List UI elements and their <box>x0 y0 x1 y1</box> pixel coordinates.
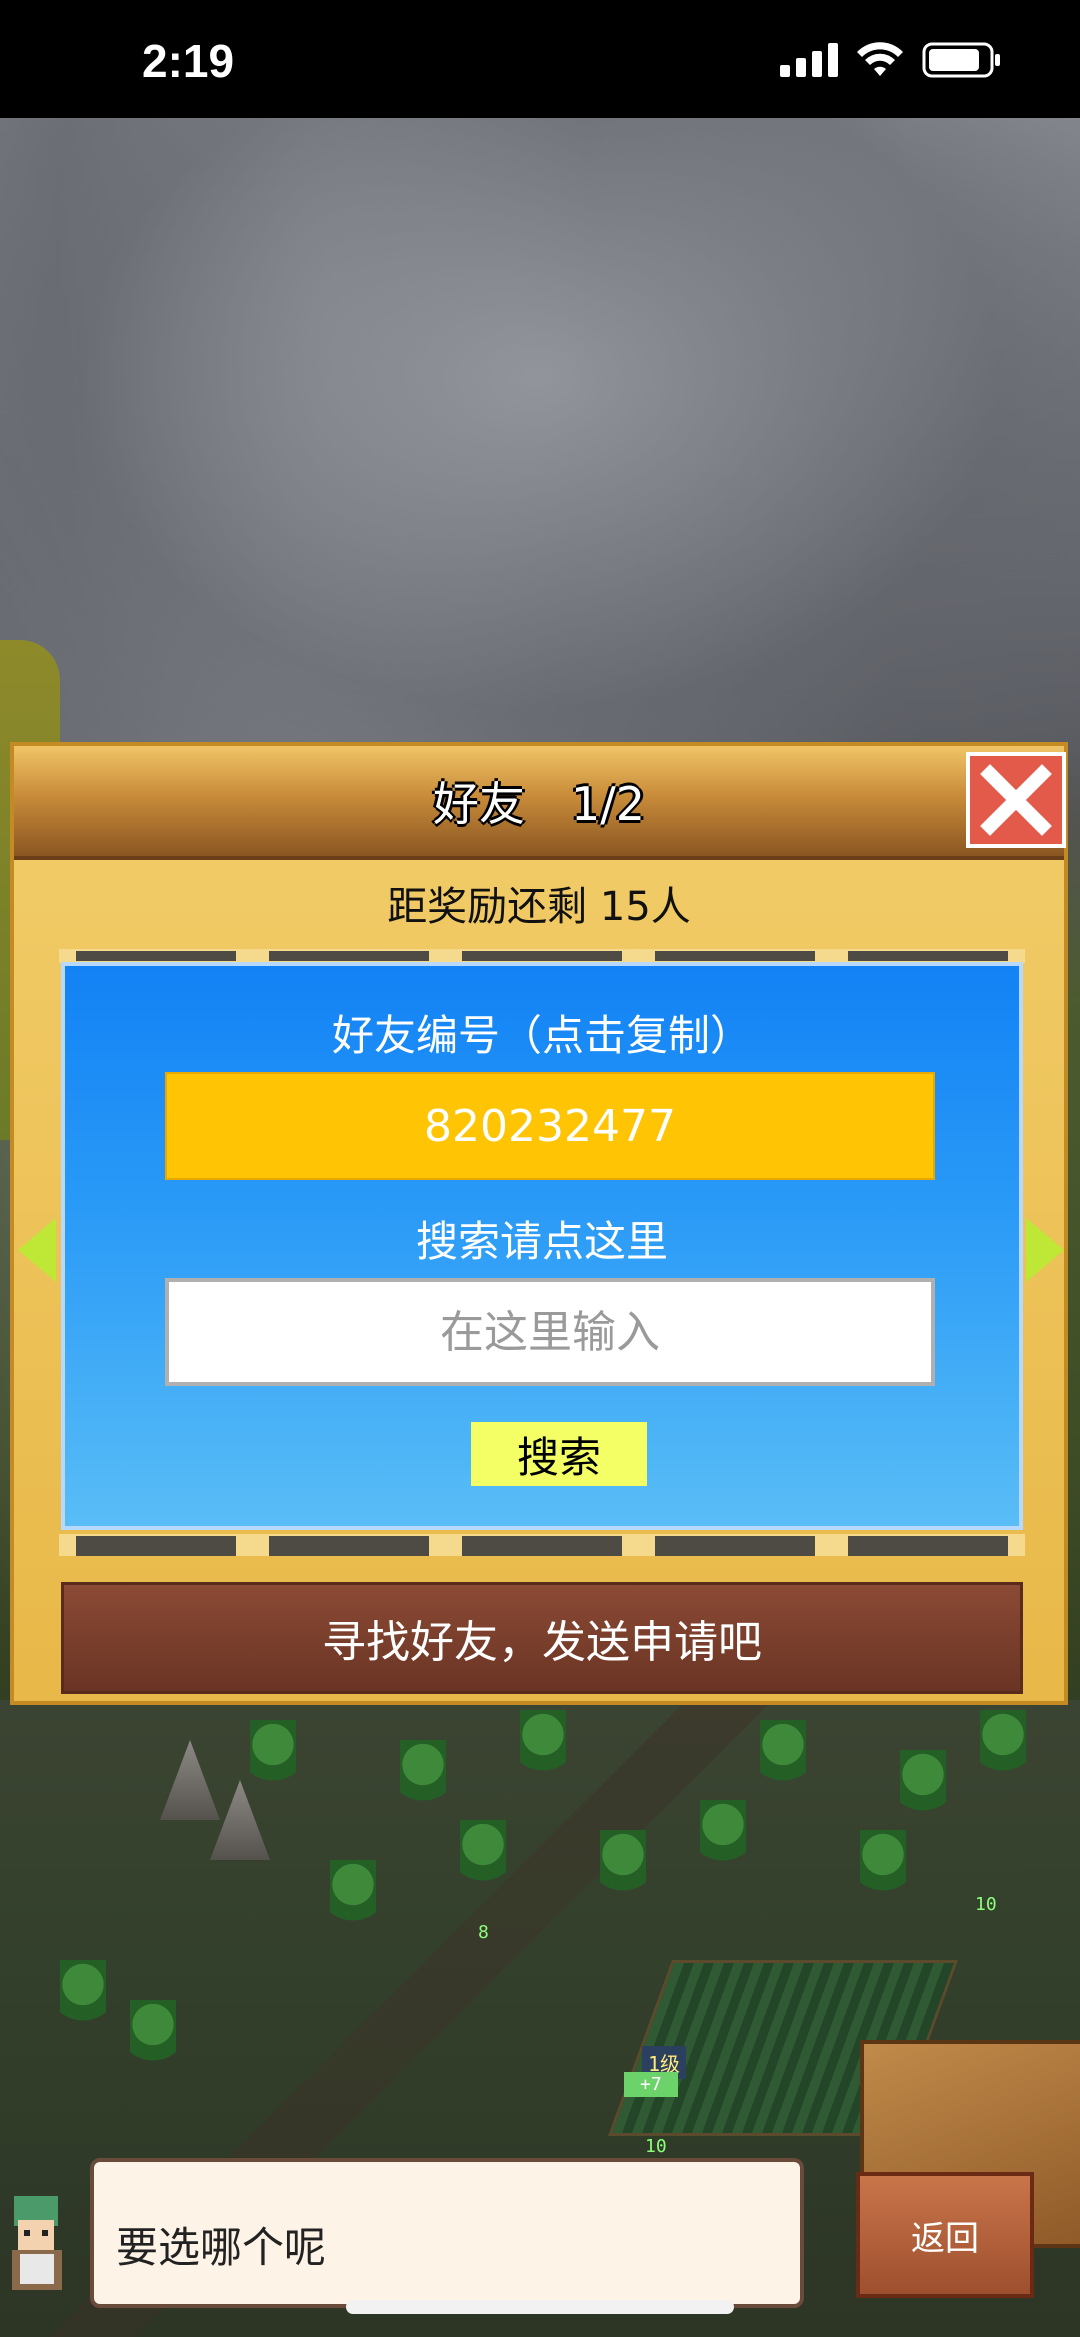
fog-overlay <box>0 118 1080 768</box>
status-icons <box>780 42 1002 78</box>
map-tag: 10 <box>645 2136 667 2157</box>
find-friends-button[interactable]: 寻找好友，发送申请吧 <box>61 1582 1023 1694</box>
battery-icon <box>922 42 1000 78</box>
tab-marker <box>75 1536 236 1556</box>
advisor-avatar-icon <box>12 2196 62 2290</box>
map-tag: 8 <box>478 1922 489 1943</box>
friend-dialog: 好友 1/2 距奖励还剩 15人 好友编号（点击复制） 820232477 搜索… <box>10 742 1068 1705</box>
rock-icon <box>160 1740 220 1820</box>
wifi-icon <box>857 42 903 76</box>
search-label: 搜索请点这里 <box>415 1217 668 1266</box>
next-page-arrow-icon[interactable] <box>1026 1218 1064 1282</box>
tree-icon <box>250 1720 296 1790</box>
tree-icon <box>520 1710 566 1780</box>
tree-icon <box>130 2000 176 2070</box>
friend-search-input[interactable] <box>165 1278 935 1386</box>
page-tabs-top <box>59 949 1025 963</box>
tree-icon <box>330 1860 376 1930</box>
reward-remaining-text: 距奖励还剩 15人 <box>387 884 691 930</box>
tree-icon <box>400 1740 446 1810</box>
tree-icon <box>60 1960 106 2030</box>
dialog-header: 好友 1/2 <box>14 746 1064 860</box>
tab-marker <box>461 951 622 961</box>
back-button[interactable]: 返回 <box>856 2172 1034 2298</box>
dialog-title: 好友 1/2 <box>432 777 646 831</box>
character-counter-label: +7 <box>624 2072 678 2097</box>
tab-marker <box>848 1536 1009 1556</box>
tree-icon <box>760 1720 806 1790</box>
tree-icon <box>460 1820 506 1890</box>
tree-icon <box>600 1830 646 1900</box>
tab-marker <box>655 951 816 961</box>
tab-marker <box>848 951 1009 961</box>
home-indicator[interactable] <box>346 2300 734 2314</box>
rock-icon <box>210 1780 270 1860</box>
map-tag: 10 <box>975 1894 997 1915</box>
speech-text: 要选哪个呢 <box>116 2223 327 2272</box>
search-button[interactable]: 搜索 <box>471 1422 647 1486</box>
tab-marker <box>461 1536 622 1556</box>
friend-id-copy-button[interactable]: 820232477 <box>165 1072 935 1180</box>
close-button[interactable] <box>966 752 1066 848</box>
cellular-icon <box>780 43 838 77</box>
status-bar: 2:19 <box>0 0 1080 118</box>
tree-icon <box>980 1710 1026 1780</box>
tab-marker <box>75 951 236 961</box>
page-tabs-bottom <box>59 1534 1025 1556</box>
prev-page-arrow-icon[interactable] <box>18 1218 56 1282</box>
tree-icon <box>900 1750 946 1820</box>
status-time: 2:19 <box>142 35 235 87</box>
tab-marker <box>268 951 429 961</box>
friend-id-label: 好友编号（点击复制） <box>331 1011 752 1060</box>
tab-marker <box>655 1536 816 1556</box>
advisor-speech-bubble: 要选哪个呢 <box>90 2158 804 2308</box>
tab-marker <box>268 1536 429 1556</box>
friend-panel: 好友编号（点击复制） 820232477 搜索请点这里 搜索 <box>61 962 1023 1530</box>
close-icon <box>980 764 1052 836</box>
tree-icon <box>700 1800 746 1870</box>
tree-icon <box>860 1830 906 1900</box>
